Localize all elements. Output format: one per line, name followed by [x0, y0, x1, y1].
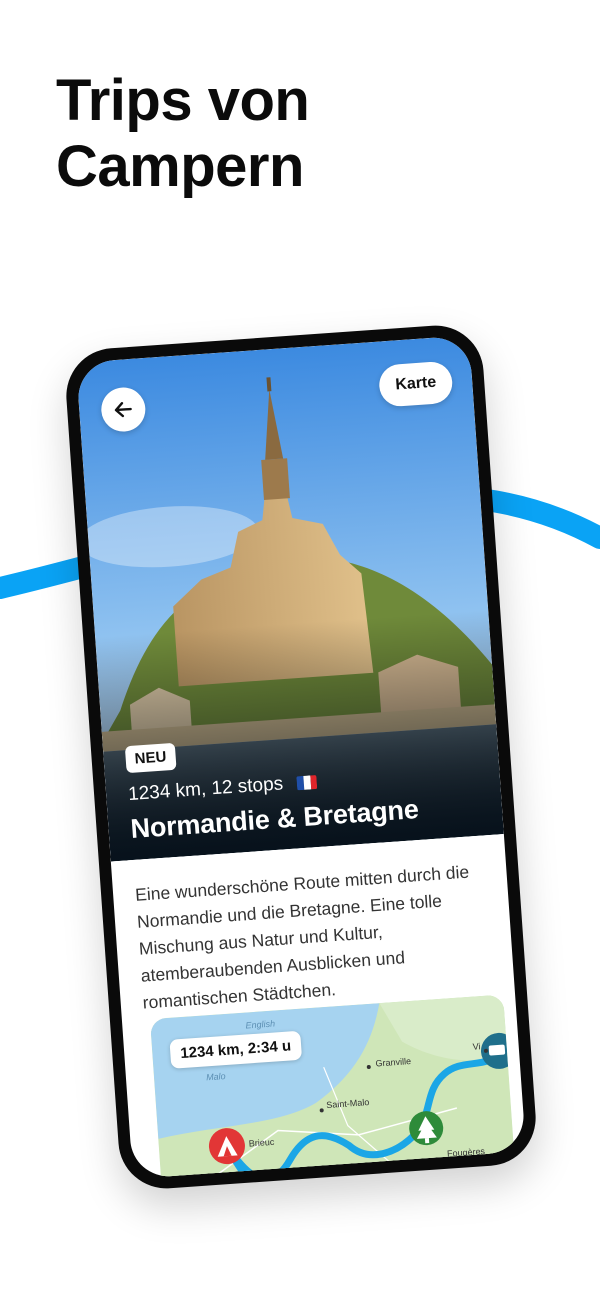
phone-screen: Karte NEU 1234 km, 12 stops Normandie & …	[75, 335, 527, 1179]
map-place-label: Brieuc	[248, 1136, 275, 1149]
arrow-left-icon	[114, 402, 132, 418]
map-place-label: Fougères	[446, 1146, 486, 1159]
trip-description: Eine wunderschöne Route mitten durch die…	[134, 861, 470, 1013]
phone-mockup: Karte NEU 1234 km, 12 stops Normandie & …	[63, 322, 539, 1192]
route-map[interactable]: 1234 km, 2:34 u English Malo Granville S…	[149, 994, 518, 1179]
map-place-label: Malo	[205, 1071, 226, 1083]
new-badge: NEU	[124, 742, 177, 774]
map-view-button[interactable]: Karte	[377, 360, 454, 408]
map-place-label: Vi	[472, 1041, 481, 1052]
map-place-label: English	[245, 1018, 276, 1031]
hero-image: Karte NEU 1234 km, 12 stops Normandie & …	[75, 335, 504, 862]
france-flag-icon	[296, 774, 318, 791]
